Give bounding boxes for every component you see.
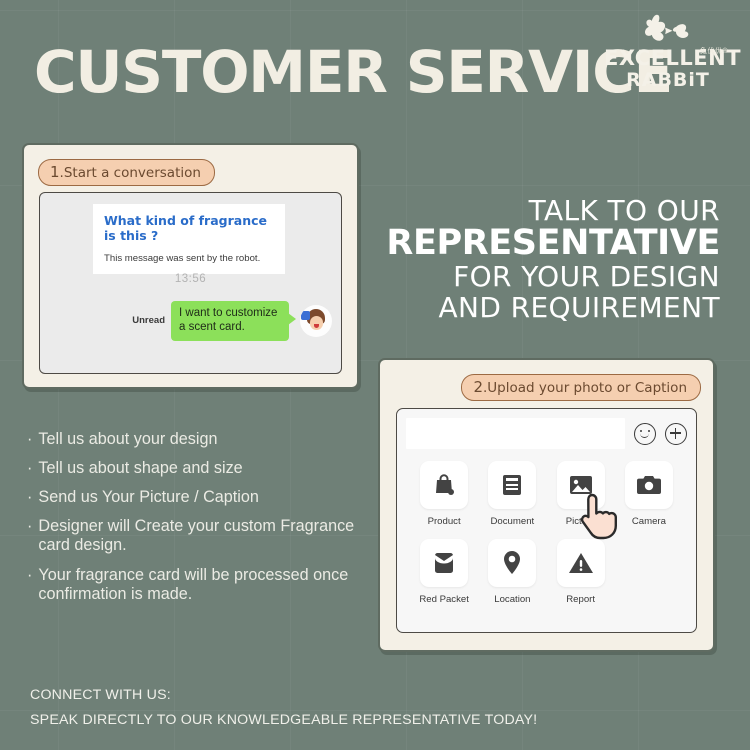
action-label: Report bbox=[566, 594, 596, 605]
camera-icon bbox=[624, 461, 673, 509]
list-item: · Tell us about your design bbox=[27, 430, 357, 449]
avatar bbox=[300, 304, 332, 337]
step-1-label: Start a conversation bbox=[63, 165, 201, 181]
list-item-label: Designer will Create your custom Fragran… bbox=[38, 517, 355, 555]
bot-message-subtitle: This message was sent by the robot. bbox=[104, 253, 261, 264]
headline-line-3: FOR YOUR DESIGN bbox=[453, 259, 720, 293]
bot-message-bubble: What kind of fragrance is this ? This me… bbox=[93, 204, 285, 274]
location-pin-icon bbox=[488, 539, 537, 587]
chat-timestamp: 13:56 bbox=[174, 273, 207, 285]
list-item-label: Your fragrance card will be processed on… bbox=[38, 565, 349, 603]
brand-logo: EXCELLENT RABBiT 兔优优® bbox=[604, 14, 741, 92]
action-label: Document bbox=[490, 516, 535, 527]
action-label: Camera bbox=[631, 516, 666, 527]
headline-line-4: AND REQUIREMENT bbox=[438, 290, 720, 324]
avatar-mouth bbox=[314, 323, 319, 328]
list-item-label: Send us Your Picture / Caption bbox=[38, 488, 259, 507]
action-empty-slot bbox=[615, 539, 683, 613]
headline-line-2: REPRESENTATIVE bbox=[386, 223, 720, 264]
attachment-action-grid: Product Document Picture Camera Red Pack… bbox=[410, 461, 683, 613]
upload-panel: Product Document Picture Camera Red Pack… bbox=[396, 408, 697, 633]
red-packet-icon bbox=[420, 539, 469, 587]
headline-line-1: TALK TO OUR bbox=[528, 194, 720, 227]
list-item: · Your fragrance card will be processed … bbox=[27, 566, 357, 604]
unread-badge: Unread bbox=[132, 315, 165, 327]
list-item: · Tell us about shape and size bbox=[27, 459, 357, 478]
action-product[interactable]: Product bbox=[410, 461, 478, 535]
footer-line-2: SPEAK DIRECTLY TO OUR KNOWLEDGEABLE REPR… bbox=[30, 712, 538, 728]
action-report[interactable]: Report bbox=[547, 539, 615, 613]
page-title: CUSTOMER SERVICE bbox=[34, 38, 673, 106]
action-label: Red Packet bbox=[419, 594, 469, 605]
user-message-bubble: I want to customize a scent card. bbox=[171, 301, 296, 341]
bullet-marker: · bbox=[27, 517, 33, 536]
shopping-bag-icon bbox=[420, 461, 469, 509]
message-input[interactable] bbox=[406, 418, 625, 449]
bullet-marker: · bbox=[27, 488, 33, 507]
smiley-icon[interactable] bbox=[634, 422, 656, 445]
user-message-row: Unread I want to customize a scent card. bbox=[132, 301, 332, 341]
headline-block: TALK TO OUR REPRESENTATIVE FOR YOUR DESI… bbox=[386, 194, 720, 324]
list-item: · Designer will Create your custom Fragr… bbox=[27, 517, 357, 555]
rabbit-icon bbox=[604, 14, 732, 48]
logo-line-2: RABBiT bbox=[626, 69, 710, 91]
chat-demo-card: 1.Start a conversation What kind of frag… bbox=[22, 143, 359, 389]
list-item-label: Tell us about shape and size bbox=[38, 459, 243, 478]
step-1-number: 1 bbox=[50, 163, 60, 181]
benefit-list: · Tell us about your design · Tell us ab… bbox=[27, 430, 357, 614]
bullet-marker: · bbox=[27, 430, 33, 448]
action-label: Location bbox=[494, 594, 531, 605]
action-camera[interactable]: Camera bbox=[615, 461, 683, 535]
list-item-label: Tell us about your design bbox=[38, 430, 218, 448]
list-item: · Send us Your Picture / Caption bbox=[27, 488, 357, 507]
plus-circle-icon[interactable] bbox=[665, 422, 687, 445]
warning-triangle-icon bbox=[556, 539, 605, 587]
upload-demo-card: 2.Upload your photo or Caption Product D… bbox=[378, 358, 715, 652]
step-2-number: 2 bbox=[473, 378, 483, 396]
footer-line-1: CONNECT WITH US: bbox=[30, 687, 171, 703]
step-1-badge: 1.Start a conversation bbox=[38, 159, 215, 186]
message-input-bar bbox=[406, 417, 687, 450]
action-document[interactable]: Document bbox=[478, 461, 546, 535]
footer-cta: CONNECT WITH US: SPEAK DIRECTLY TO OUR K… bbox=[30, 687, 537, 728]
avatar-badge-icon bbox=[301, 310, 310, 320]
chat-window: What kind of fragrance is this ? This me… bbox=[39, 192, 342, 374]
logo-chinese-mark: 兔优优® bbox=[699, 48, 728, 55]
bullet-marker: · bbox=[27, 459, 33, 478]
step-2-badge: 2.Upload your photo or Caption bbox=[461, 374, 701, 401]
pointing-hand-cursor bbox=[578, 492, 620, 540]
document-icon bbox=[488, 461, 537, 509]
action-label: Product bbox=[427, 516, 461, 527]
action-red-packet[interactable]: Red Packet bbox=[410, 539, 478, 613]
action-location[interactable]: Location bbox=[478, 539, 546, 613]
bullet-marker: · bbox=[27, 565, 33, 584]
step-2-label: Upload your photo or Caption bbox=[487, 380, 687, 396]
bot-message-title: What kind of fragrance is this ? bbox=[104, 213, 267, 243]
